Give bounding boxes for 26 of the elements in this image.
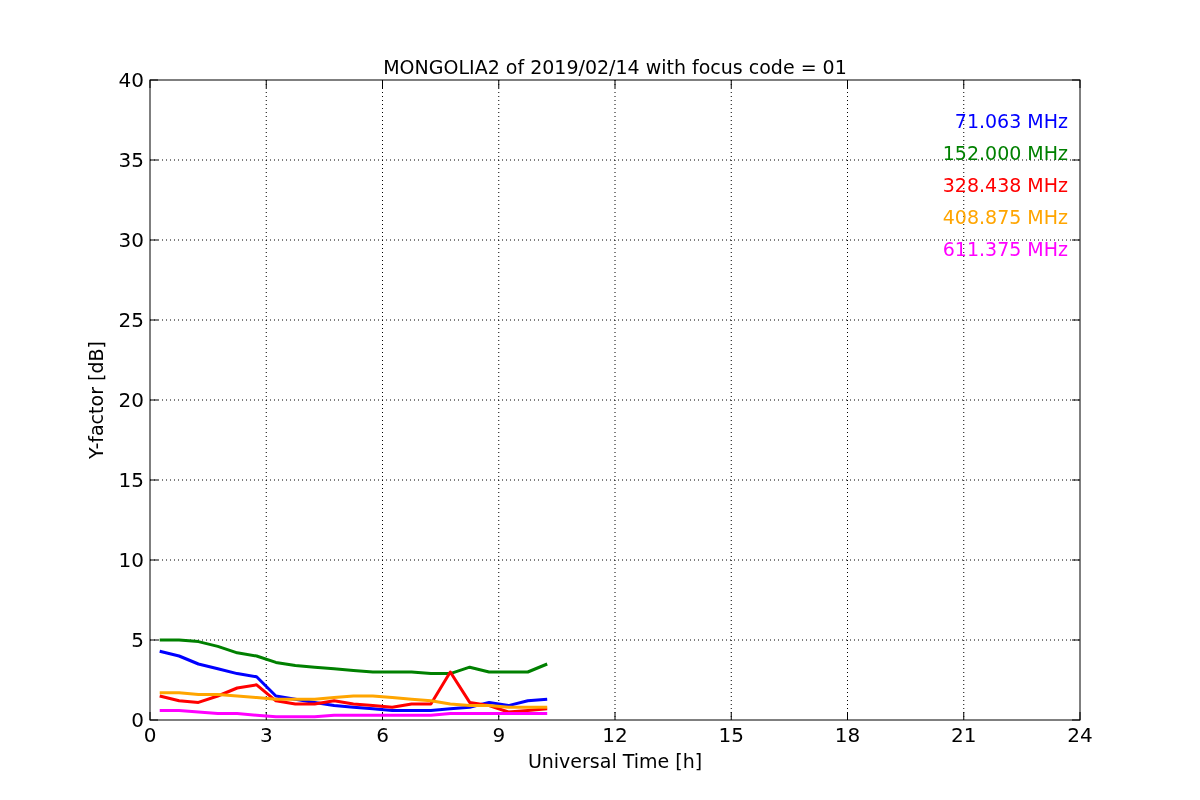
x-tick-label: 3 — [259, 723, 273, 747]
y-axis-label: Y-factor [dB] — [85, 341, 107, 459]
chart-title: MONGOLIA2 of 2019/02/14 with focus code = 01 — [383, 56, 847, 78]
y-tick-label: 5 — [131, 628, 144, 652]
x-tick-label: 21 — [951, 723, 977, 747]
y-tick-label: 35 — [118, 148, 144, 172]
y-tick-label: 0 — [131, 708, 144, 732]
x-tick-label: 24 — [1067, 723, 1093, 747]
legend-label: 152.000 MHz — [942, 142, 1068, 164]
x-axis-label: Universal Time [h] — [527, 750, 703, 772]
y-tick-label: 40 — [118, 68, 144, 92]
legend-label: 408.875 MHz — [942, 206, 1068, 228]
legend-label: 611.375 MHz — [942, 238, 1068, 260]
y-tick-label: 10 — [118, 548, 144, 572]
x-tick-label: 15 — [718, 723, 744, 747]
y-tick-label: 15 — [118, 468, 144, 492]
legend-label: 71.063 MHz — [954, 110, 1068, 132]
x-tick-label: 9 — [492, 723, 506, 747]
y-tick-label: 20 — [118, 388, 144, 412]
x-tick-label: 12 — [602, 723, 628, 747]
x-tick-label: 0 — [143, 723, 157, 747]
legend-label: 328.438 MHz — [942, 174, 1068, 196]
x-tick-label: 6 — [376, 723, 389, 747]
y-tick-label: 30 — [118, 228, 144, 252]
y-tick-label: 25 — [118, 308, 144, 332]
x-tick-label: 18 — [834, 723, 861, 747]
